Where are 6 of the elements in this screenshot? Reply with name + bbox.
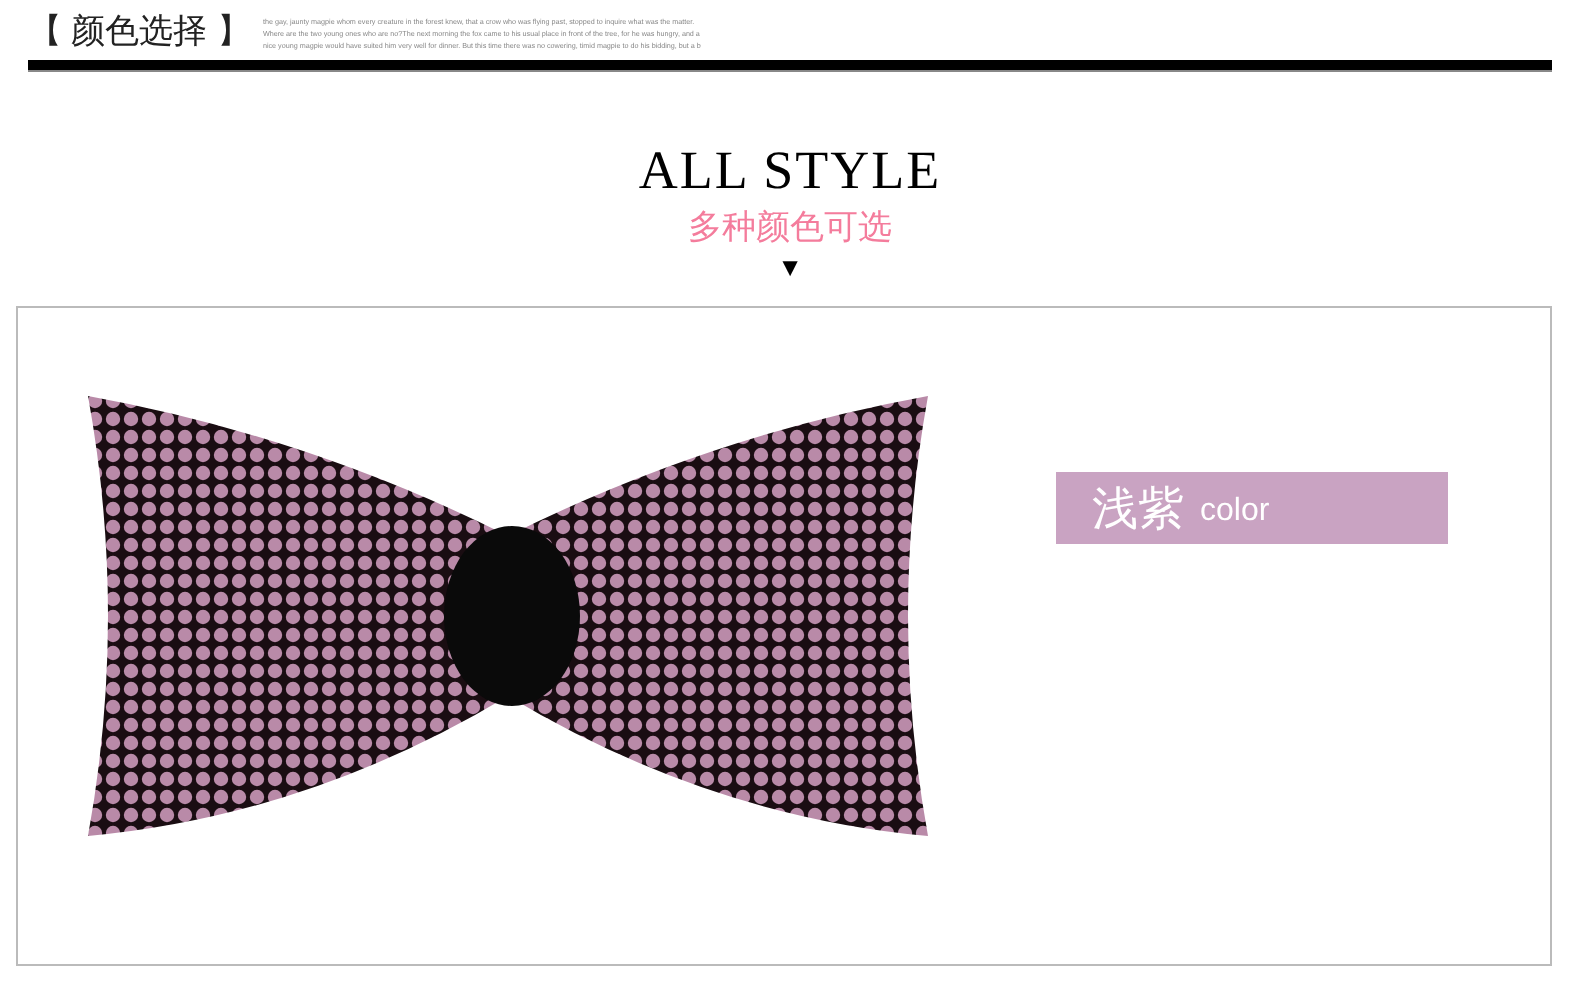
heading-title: ALL STYLE [638,140,942,200]
down-marker: ▼ [777,252,803,284]
heading-subtitle: 多种颜色可选 [688,206,892,250]
section-title: 【 颜色选择 】 [28,10,251,54]
color-word: color [1200,491,1270,531]
color-name: 浅紫 [1092,480,1184,536]
